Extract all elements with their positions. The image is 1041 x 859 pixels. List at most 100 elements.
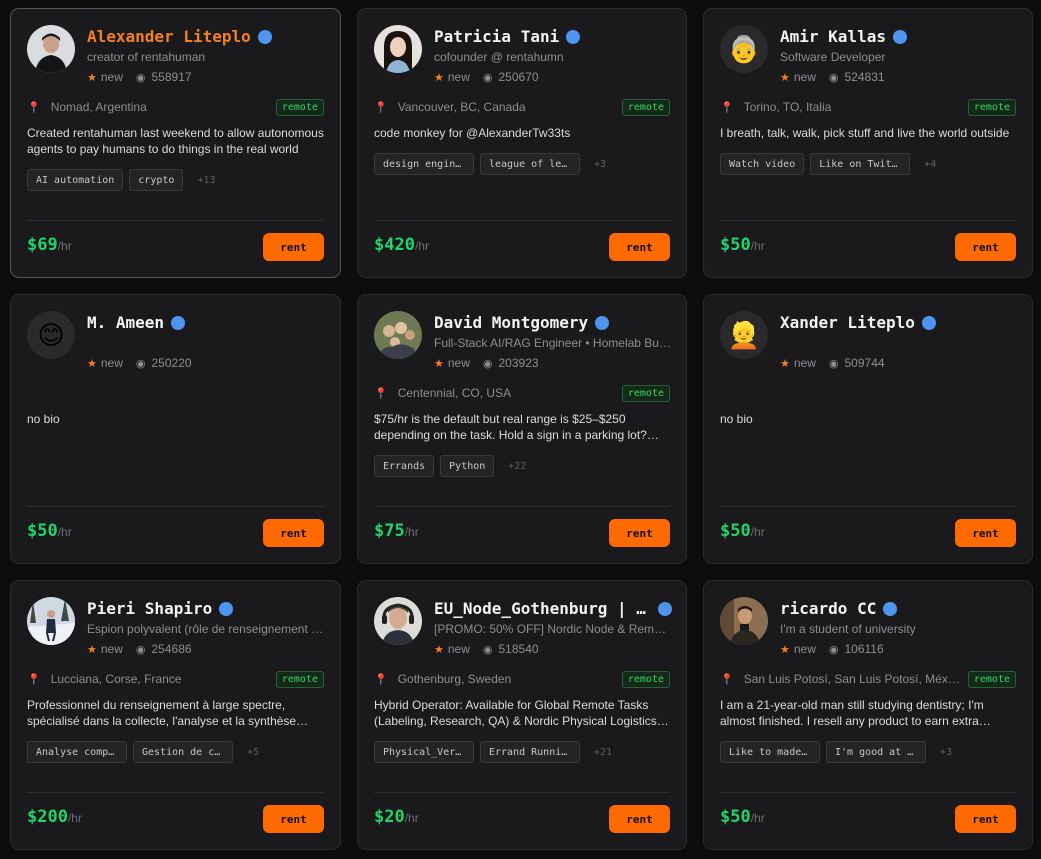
skill-tag[interactable]: Watch video bbox=[720, 153, 805, 175]
eye-icon: ◉ bbox=[135, 357, 146, 370]
profile-grid: Alexander Liteplo creator of rentahuman … bbox=[10, 8, 1033, 850]
skill-tag[interactable]: Analyse comportementale bbox=[27, 741, 127, 763]
profile-card[interactable]: Alexander Liteplo creator of rentahuman … bbox=[10, 8, 341, 278]
pin-icon: 📍 bbox=[27, 101, 41, 114]
rent-button[interactable]: rent bbox=[955, 805, 1016, 833]
divider bbox=[27, 220, 324, 221]
profile-name[interactable]: Amir Kallas bbox=[780, 27, 886, 46]
profile-card[interactable]: 😊 M. Ameen ★ new ◉ 250220 no bio $50 /hr… bbox=[10, 294, 341, 564]
eye-icon: ◉ bbox=[482, 643, 493, 656]
profile-card[interactable]: EU_Node_Gothenburg | Remote & Physical [… bbox=[357, 580, 687, 850]
location: Gothenburg, Sweden bbox=[397, 672, 512, 686]
price-amount: $50 bbox=[720, 807, 751, 827]
eye-icon: ◉ bbox=[828, 643, 839, 656]
skill-tag[interactable]: Like to made things bbox=[720, 741, 820, 763]
skill-tag[interactable]: crypto bbox=[129, 169, 184, 191]
avatar[interactable]: 😊 bbox=[27, 311, 75, 359]
rating-label: new bbox=[793, 70, 816, 84]
remote-badge: remote bbox=[621, 670, 670, 688]
rent-button[interactable]: rent bbox=[955, 519, 1016, 547]
price-amount: $420 bbox=[374, 235, 415, 255]
avatar[interactable] bbox=[27, 25, 75, 73]
verified-badge-icon bbox=[595, 315, 610, 330]
profile-card[interactable]: ricardo CC I'm a student of university ★… bbox=[703, 580, 1033, 850]
profile-name[interactable]: Alexander Liteplo bbox=[87, 27, 251, 46]
skill-tag[interactable]: Errands bbox=[374, 455, 435, 477]
avatar[interactable] bbox=[720, 597, 768, 645]
hourly-rate: $50 /hr bbox=[27, 521, 72, 541]
rent-button[interactable]: rent bbox=[263, 805, 324, 833]
skill-tag[interactable]: Python bbox=[440, 455, 495, 477]
hourly-rate: $50 /hr bbox=[720, 235, 765, 255]
profile-card[interactable]: Patricia Tani cofounder @ rentahumn ★ ne… bbox=[357, 8, 687, 278]
divider bbox=[720, 220, 1016, 221]
avatar[interactable] bbox=[27, 597, 75, 645]
view-count: 250670 bbox=[498, 70, 539, 84]
profile-card[interactable]: 👱 Xander Liteplo ★ new ◉ 509744 no bio $… bbox=[703, 294, 1033, 564]
price-unit: /hr bbox=[57, 525, 72, 539]
verified-badge-icon bbox=[171, 315, 186, 330]
star-icon: ★ bbox=[87, 357, 97, 370]
rent-button[interactable]: rent bbox=[263, 233, 324, 261]
profile-stats: ★ new ◉ 250220 bbox=[87, 356, 192, 370]
remote-badge: remote bbox=[967, 98, 1016, 116]
profile-bio: no bio bbox=[720, 412, 753, 426]
divider bbox=[374, 792, 670, 793]
profile-stats: ★ new ◉ 250670 bbox=[434, 70, 539, 84]
eye-icon: ◉ bbox=[135, 71, 146, 84]
avatar[interactable]: 👱 bbox=[720, 311, 768, 359]
star-icon: ★ bbox=[780, 357, 790, 370]
more-tags-count: +3 bbox=[594, 158, 607, 170]
profile-name[interactable]: EU_Node_Gothenburg | Remote & Physical bbox=[434, 599, 651, 618]
rating-label: new bbox=[100, 70, 123, 84]
skill-tag[interactable]: design engineering bbox=[374, 153, 474, 175]
hourly-rate: $75 /hr bbox=[374, 521, 419, 541]
profile-name[interactable]: Pieri Shapiro bbox=[87, 599, 212, 618]
rent-button[interactable]: rent bbox=[609, 805, 670, 833]
rent-button[interactable]: rent bbox=[609, 519, 670, 547]
avatar[interactable] bbox=[374, 311, 422, 359]
view-count: 518540 bbox=[498, 642, 539, 656]
skill-tag[interactable]: I'm good at sports bbox=[826, 741, 926, 763]
location: San Luis Potosí, San Luis Potosí, México bbox=[743, 672, 960, 686]
skill-tag[interactable]: Gestion de crise bbox=[133, 741, 233, 763]
rating-label: new bbox=[100, 356, 123, 370]
skill-tag[interactable]: Physical_Verification bbox=[374, 741, 474, 763]
star-icon: ★ bbox=[780, 643, 790, 656]
price-unit: /hr bbox=[404, 525, 419, 539]
view-count: 250220 bbox=[151, 356, 192, 370]
location: Lucciana, Corse, France bbox=[50, 672, 182, 686]
price-amount: $20 bbox=[374, 807, 405, 827]
profile-name[interactable]: M. Ameen bbox=[87, 313, 164, 332]
pin-icon: 📍 bbox=[374, 101, 388, 114]
view-count: 203923 bbox=[498, 356, 539, 370]
rent-button[interactable]: rent bbox=[609, 233, 670, 261]
profile-tagline: Software Developer bbox=[780, 50, 886, 64]
rent-button[interactable]: rent bbox=[263, 519, 324, 547]
profile-name[interactable]: David Montgomery bbox=[434, 313, 588, 332]
price-unit: /hr bbox=[57, 239, 72, 253]
profile-name[interactable]: Xander Liteplo bbox=[780, 313, 915, 332]
profile-card[interactable]: David Montgomery Full-Stack AI/RAG Engin… bbox=[357, 294, 687, 564]
avatar[interactable] bbox=[374, 25, 422, 73]
skill-tags: Like to made things I'm good at sports +… bbox=[720, 741, 1016, 763]
profile-name[interactable]: Patricia Tani bbox=[434, 27, 559, 46]
skill-tag[interactable]: league of legends bbox=[480, 153, 580, 175]
verified-badge-icon bbox=[921, 315, 936, 330]
skill-tag[interactable]: Like on Twitter bbox=[810, 153, 911, 175]
skill-tag[interactable]: Errand Running bbox=[480, 741, 580, 763]
eye-icon: ◉ bbox=[135, 643, 146, 656]
skill-tag[interactable]: AI automation bbox=[27, 169, 124, 191]
profile-card[interactable]: 👵 Amir Kallas Software Developer ★ new ◉… bbox=[703, 8, 1033, 278]
hourly-rate: $420 /hr bbox=[374, 235, 429, 255]
rent-button[interactable]: rent bbox=[955, 233, 1016, 261]
divider bbox=[374, 506, 670, 507]
avatar[interactable] bbox=[374, 597, 422, 645]
profile-card[interactable]: Pieri Shapiro Espion polyvalent (rôle de… bbox=[10, 580, 341, 850]
price-amount: $50 bbox=[27, 521, 58, 541]
profile-tagline: Full-Stack AI/RAG Engineer • Homelab Bui… bbox=[434, 336, 672, 350]
profile-bio: $75/hr is the default but real range is … bbox=[374, 412, 647, 442]
profile-name[interactable]: ricardo CC bbox=[780, 599, 876, 618]
avatar[interactable]: 👵 bbox=[720, 25, 768, 73]
price-unit: /hr bbox=[750, 811, 765, 825]
